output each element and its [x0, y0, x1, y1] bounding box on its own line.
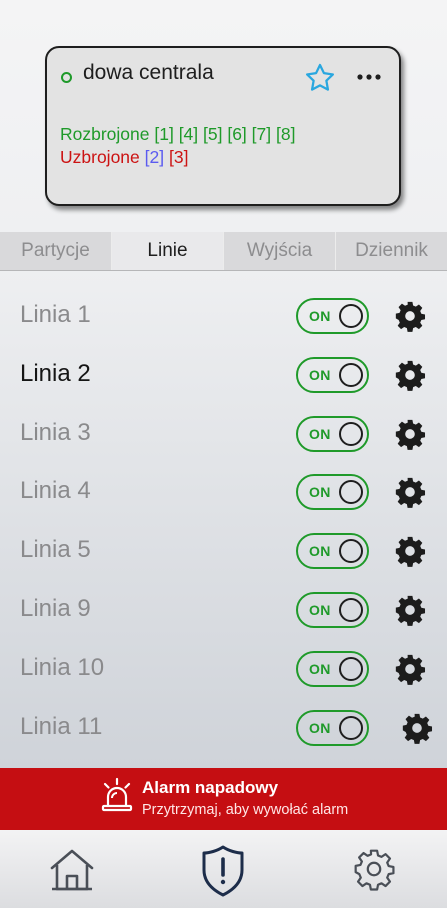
- line-row[interactable]: Linia 9 ON: [0, 581, 447, 640]
- device-name: dowa centrala: [83, 61, 214, 84]
- line-label: Linia 5: [20, 536, 91, 564]
- tab-bar: Partycje Linie Wyjścia Dziennik: [0, 232, 447, 271]
- lines-list: Linia 1 ON Linia 2 ON Linia 3 ON Linia 4 ON Lini…: [0, 271, 447, 768]
- line-settings-gear-icon[interactable]: [393, 358, 427, 392]
- line-label: Linia 1: [20, 301, 91, 328]
- line-settings-gear-icon[interactable]: [393, 593, 427, 627]
- line-row[interactable]: Linia 5 ON: [0, 522, 447, 581]
- line-row[interactable]: Linia 1 ON: [0, 287, 447, 346]
- toggle-knob: [339, 715, 363, 740]
- line-settings-gear-icon[interactable]: [393, 299, 427, 333]
- toggle-knob: [339, 362, 363, 387]
- line-label: Linia 4: [20, 477, 91, 505]
- toggle-state-text: ON: [309, 602, 331, 618]
- line-toggle[interactable]: ON: [296, 298, 369, 334]
- line-toggle[interactable]: ON: [296, 592, 369, 628]
- toggle-knob: [339, 304, 363, 328]
- settings-gear-icon[interactable]: [352, 847, 396, 891]
- tab-partycje[interactable]: Partycje: [0, 232, 112, 270]
- line-toggle[interactable]: ON: [296, 709, 369, 746]
- line-label: Linia 2: [20, 359, 91, 387]
- line-label: Linia 9: [20, 595, 91, 622]
- line-row[interactable]: Linia 2 ON: [0, 346, 447, 405]
- more-icon[interactable]: [355, 69, 383, 85]
- line-toggle[interactable]: ON: [296, 415, 369, 452]
- device-header-area: dowa centrala Rozbrojone [1] [4] [5] [6]…: [0, 0, 447, 232]
- bottom-navigation: [0, 830, 447, 908]
- line-label: Linia 3: [20, 418, 91, 446]
- line-settings-gear-icon[interactable]: [393, 417, 427, 451]
- home-icon[interactable]: [48, 847, 96, 893]
- line-label: Linia 10: [20, 653, 105, 681]
- toggle-state-text: ON: [309, 484, 331, 501]
- status-indicator: [61, 72, 72, 83]
- tab-linie[interactable]: Linie: [112, 232, 224, 270]
- line-settings-gear-icon[interactable]: [393, 475, 427, 509]
- toggle-state-text: ON: [309, 366, 331, 383]
- disarmed-label: Rozbrojone: [60, 124, 150, 144]
- toggle-knob: [339, 539, 363, 564]
- toggle-state-text: ON: [309, 425, 331, 442]
- alarm-subtitle: Przytrzymaj, aby wywołać alarm: [142, 802, 349, 818]
- toggle-state-text: ON: [309, 719, 331, 736]
- line-settings-gear-icon[interactable]: [393, 652, 427, 686]
- toggle-knob: [339, 598, 363, 622]
- device-card[interactable]: dowa centrala Rozbrojone [1] [4] [5] [6]…: [45, 46, 401, 206]
- tab-wyjscia[interactable]: Wyjścia: [224, 232, 336, 270]
- line-toggle[interactable]: ON: [296, 533, 369, 570]
- line-toggle[interactable]: ON: [296, 356, 369, 393]
- alarm-siren-icon: [101, 777, 133, 812]
- armed-label: Uzbrojone: [60, 147, 140, 167]
- line-toggle[interactable]: ON: [296, 650, 369, 687]
- line-settings-gear-icon[interactable]: [393, 534, 427, 568]
- armed-zones-line: Uzbrojone [2] [3]: [60, 147, 188, 168]
- toggle-knob: [339, 421, 363, 446]
- toggle-state-text: ON: [309, 543, 331, 560]
- disarmed-zones-line: Rozbrojone [1] [4] [5] [6] [7] [8]: [60, 124, 295, 145]
- toggle-knob: [339, 480, 363, 505]
- line-row[interactable]: Linia 4 ON: [0, 463, 447, 522]
- line-label: Linia 11: [20, 712, 103, 740]
- panic-alarm-button[interactable]: Alarm napadowy Przytrzymaj, aby wywołać …: [0, 768, 447, 830]
- line-toggle[interactable]: ON: [296, 474, 369, 511]
- toggle-knob: [339, 656, 363, 681]
- disarmed-zones: [1] [4] [5] [6] [7] [8]: [154, 124, 296, 144]
- toggle-state-text: ON: [309, 660, 331, 677]
- alarm-title: Alarm napadowy: [142, 778, 279, 797]
- star-icon[interactable]: [303, 61, 337, 95]
- armed-zone-blue: [2]: [144, 147, 165, 167]
- shield-icon[interactable]: [200, 844, 246, 898]
- armed-zone-red: [3]: [169, 147, 189, 167]
- line-settings-gear-icon[interactable]: [400, 711, 434, 745]
- tab-dziennik[interactable]: Dziennik: [336, 232, 447, 270]
- line-row[interactable]: Linia 3 ON: [0, 405, 447, 464]
- line-row[interactable]: Linia 11 ON: [0, 699, 447, 758]
- toggle-state-text: ON: [309, 308, 331, 324]
- line-row[interactable]: Linia 10 ON: [0, 640, 447, 699]
